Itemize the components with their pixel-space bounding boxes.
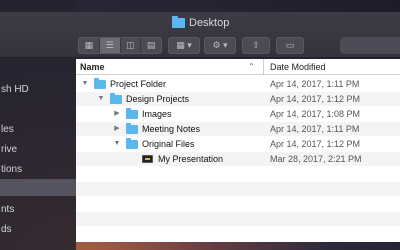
item-name: Design Projects xyxy=(126,94,190,104)
folder-icon xyxy=(126,123,138,134)
item-name: Images xyxy=(142,109,172,119)
tag-button[interactable]: ▭ xyxy=(276,37,304,54)
empty-row xyxy=(76,227,400,241)
item-name: Project Folder xyxy=(110,79,167,89)
column-divider[interactable] xyxy=(263,59,264,75)
folder-icon xyxy=(172,16,185,28)
list-item[interactable]: ▼ Design Projects Apr 14, 2017, 1:12 PM xyxy=(76,92,400,106)
disclosure-collapsed-icon[interactable]: ▶ xyxy=(112,122,122,136)
item-date-modified: Apr 14, 2017, 1:11 PM xyxy=(270,124,360,134)
folder-icon xyxy=(94,78,106,89)
window-title: Desktop xyxy=(172,16,230,29)
action-button[interactable]: ⚙ ▾ xyxy=(204,37,236,54)
empty-row xyxy=(76,197,400,211)
grid-icon: ▦ ▾ xyxy=(176,40,192,50)
list-item[interactable]: My Presentation Mar 28, 2017, 2:21 PM xyxy=(76,152,400,166)
share-button[interactable]: ⇧ xyxy=(242,37,270,54)
list-item[interactable]: ▼ Project Folder Apr 14, 2017, 1:11 PM xyxy=(76,77,400,91)
item-name: Original Files xyxy=(142,139,195,149)
gallery-view-icon[interactable]: ▤ xyxy=(141,38,161,53)
list-view-icon[interactable]: ☰ xyxy=(99,38,121,53)
column-header-date[interactable]: Date Modified xyxy=(270,59,326,75)
window-title-text: Desktop xyxy=(189,17,230,29)
item-date-modified: Apr 14, 2017, 1:12 PM xyxy=(270,139,361,149)
sort-ascending-icon[interactable]: ⌃ xyxy=(248,59,255,75)
view-switcher[interactable]: ▦ ☰ ◫ ▤ xyxy=(78,37,162,54)
arrange-button[interactable]: ▦ ▾ xyxy=(168,37,200,54)
disclosure-expanded-icon[interactable]: ▼ xyxy=(96,92,106,106)
file-list: Name ⌃ Date Modified ▼ Project Folder Apr … xyxy=(76,59,400,242)
item-date-modified: Apr 14, 2017, 1:11 PM xyxy=(270,79,360,89)
item-date-modified: Apr 14, 2017, 1:12 PM xyxy=(270,94,361,104)
search-field[interactable] xyxy=(340,37,400,54)
keynote-file-icon xyxy=(142,155,153,163)
folder-icon xyxy=(126,138,138,149)
item-date-modified: Apr 14, 2017, 1:08 PM xyxy=(270,109,361,119)
column-view-icon[interactable]: ◫ xyxy=(121,38,142,53)
share-icon: ⇧ xyxy=(252,40,260,50)
column-header-name[interactable]: Name xyxy=(80,59,105,75)
gear-icon: ⚙ ▾ xyxy=(212,40,228,50)
folder-icon xyxy=(126,108,138,119)
list-item[interactable]: ▶ Meeting Notes Apr 14, 2017, 1:11 PM xyxy=(76,122,400,136)
folder-icon xyxy=(110,93,122,104)
list-item[interactable]: ▼ Original Files Apr 14, 2017, 1:12 PM xyxy=(76,137,400,151)
empty-row xyxy=(76,182,400,196)
icon-view-icon[interactable]: ▦ xyxy=(79,38,100,53)
disclosure-collapsed-icon[interactable]: ▶ xyxy=(112,107,122,121)
item-name: My Presentation xyxy=(158,154,224,164)
finder-window: Desktop ▦ ☰ ◫ ▤ ▦ ▾ ⚙ ▾ ⇧ ▭ Name ⌃ Date … xyxy=(0,12,400,242)
item-name: Meeting Notes xyxy=(142,124,201,134)
disclosure-expanded-icon[interactable]: ▼ xyxy=(112,137,122,151)
list-header: Name ⌃ Date Modified xyxy=(76,59,400,75)
disclosure-expanded-icon[interactable]: ▼ xyxy=(80,77,90,91)
empty-row xyxy=(76,167,400,181)
list-item[interactable]: ▶ Images Apr 14, 2017, 1:08 PM xyxy=(76,107,400,121)
tag-icon: ▭ xyxy=(285,40,295,50)
item-date-modified: Mar 28, 2017, 2:21 PM xyxy=(270,154,362,164)
empty-row xyxy=(76,212,400,226)
titlebar: Desktop ▦ ☰ ◫ ▤ ▦ ▾ ⚙ ▾ ⇧ ▭ xyxy=(0,12,400,58)
